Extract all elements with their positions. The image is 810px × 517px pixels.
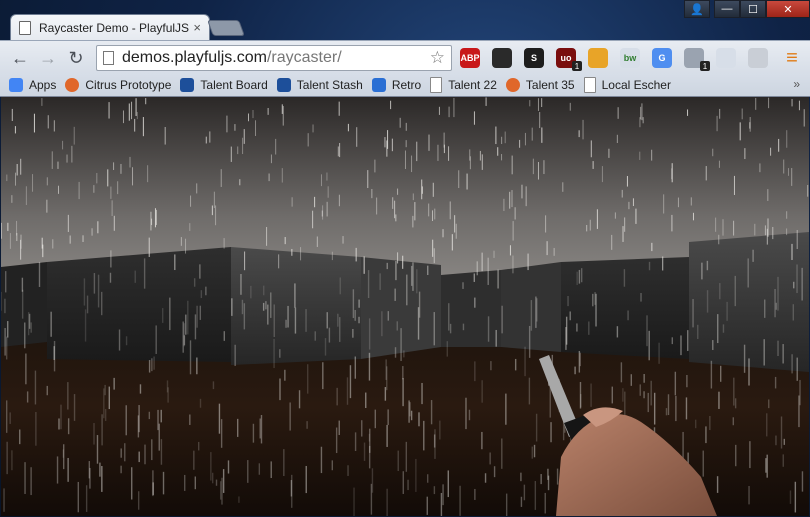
translate-icon[interactable]: G	[652, 48, 672, 68]
bookmark-star-icon[interactable]: ☆	[430, 48, 445, 68]
glasses-icon[interactable]	[492, 48, 512, 68]
url-host: demos.playfuljs.com	[122, 49, 267, 66]
chrome-ring-icon[interactable]	[588, 48, 608, 68]
maximize-button[interactable]: ☐	[740, 0, 766, 18]
user-profile-button[interactable]: 👤	[684, 0, 710, 18]
bookmark-label: Apps	[29, 78, 57, 92]
wall-building-1	[47, 247, 231, 362]
bookmark-item[interactable]: Talent Board	[180, 78, 268, 92]
ublock-badge: 1	[572, 61, 582, 71]
bookmarks-overflow-chevron[interactable]: »	[793, 77, 800, 91]
bookmark-label: Talent Stash	[296, 78, 363, 92]
talent-stash-icon	[276, 78, 291, 92]
raycaster-scene	[1, 97, 809, 516]
pin-icon[interactable]	[716, 48, 736, 68]
bookmark-item[interactable]: Apps	[9, 78, 56, 92]
bookmark-label: Local Escher	[601, 78, 671, 92]
bookmark-label: Talent Board	[200, 78, 268, 92]
raycaster-canvas[interactable]	[1, 97, 809, 516]
reload-button[interactable]: ↻	[64, 46, 88, 70]
toolbar: ← → ↻ demos.playfuljs.com/raycaster/ ☆ A…	[0, 40, 810, 75]
page-icon	[430, 77, 443, 93]
forward-button[interactable]: →	[36, 46, 60, 70]
wall-building-4	[441, 270, 501, 347]
bookmark-label: Talent 22	[448, 78, 497, 92]
close-window-button[interactable]: ✕	[766, 0, 810, 18]
page-icon	[583, 77, 596, 93]
new-tab-button[interactable]	[207, 20, 245, 36]
wall-building-2	[231, 247, 361, 365]
bookmark-item[interactable]: Retro	[371, 78, 422, 92]
close-tab-icon[interactable]: ×	[193, 20, 201, 35]
bookmark-label: Citrus Prototype	[85, 78, 172, 92]
ghost-badge: 1	[700, 61, 710, 71]
bookmark-item[interactable]: Talent 35	[505, 78, 575, 92]
bookmark-label: Retro	[391, 78, 422, 92]
retro-icon	[371, 78, 386, 92]
s-extension-icon[interactable]: S	[524, 48, 544, 68]
bookmark-item[interactable]: Talent Stash	[276, 78, 363, 92]
adblock-plus-icon[interactable]: ABP	[460, 48, 480, 68]
tab-title: Raycaster Demo - PlayfulJS	[39, 20, 190, 35]
back-button[interactable]: ←	[8, 46, 32, 70]
citrus-icon	[65, 78, 80, 92]
url-text[interactable]: demos.playfuljs.com/raycaster/	[122, 49, 342, 67]
apps-grid-icon	[9, 78, 23, 92]
url-path: /raycaster/	[266, 49, 342, 66]
bw-icon[interactable]: bw	[620, 48, 640, 68]
address-bar[interactable]: demos.playfuljs.com/raycaster/ ☆	[96, 45, 452, 71]
talent-board-icon	[180, 78, 195, 92]
minimize-button[interactable]: —	[714, 0, 740, 18]
bookmarks-bar: Apps Citrus Prototype Talent Board Talent S…	[0, 74, 810, 97]
bookmark-item[interactable]: Local Escher	[583, 77, 671, 93]
title-bar: Raycaster Demo - PlayfulJS × 👤 — ☐ ✕	[0, 0, 810, 40]
window-controls: 👤 — ☐ ✕	[684, 0, 810, 18]
tab-raycaster[interactable]: Raycaster Demo - PlayfulJS ×	[10, 14, 210, 40]
bookmark-label: Talent 35	[525, 78, 575, 92]
browser-window: Raycaster Demo - PlayfulJS × 👤 — ☐ ✕ ← →…	[0, 0, 810, 517]
bookmark-item[interactable]: Talent 22	[430, 77, 497, 93]
page-info-icon[interactable]	[103, 51, 114, 65]
megaphone-icon[interactable]	[748, 48, 768, 68]
bookmark-item[interactable]: Citrus Prototype	[65, 78, 171, 92]
citrus-icon	[505, 78, 520, 92]
page-icon	[19, 20, 31, 35]
chrome-menu-icon[interactable]: ≡	[780, 46, 804, 70]
